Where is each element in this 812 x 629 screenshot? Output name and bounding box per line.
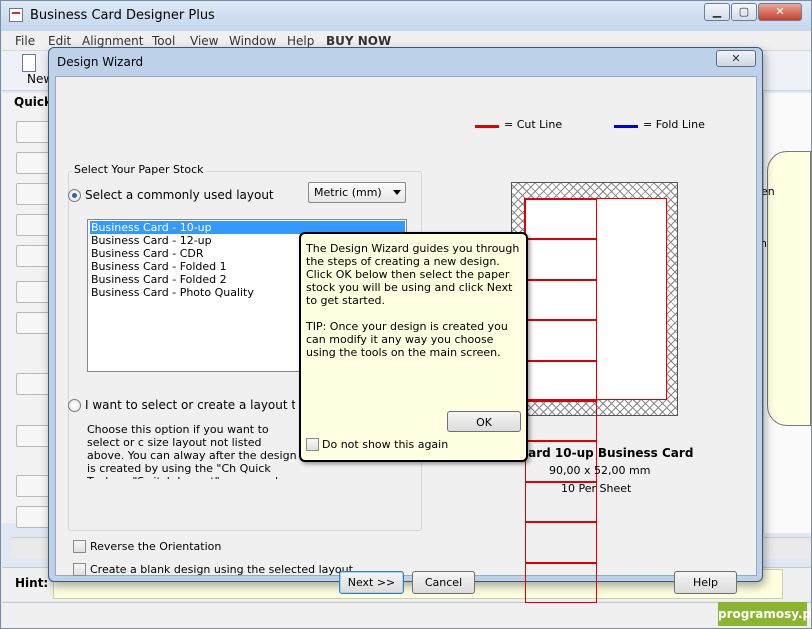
dialog-close-button[interactable]: ✕ xyxy=(716,50,756,67)
quick-tool-button[interactable] xyxy=(16,245,50,267)
tip-paragraph: The Design Wizard guides you through the… xyxy=(306,242,520,307)
card-cell xyxy=(525,199,597,240)
tip-paragraph: TIP: Once your design is created you can… xyxy=(306,320,508,359)
card-grid xyxy=(524,198,667,603)
units-dropdown[interactable]: Metric (mm) xyxy=(308,182,406,203)
quick-tool-button[interactable] xyxy=(16,183,50,205)
menu-buy-now[interactable]: BUY NOW xyxy=(326,34,391,48)
card-cell xyxy=(525,522,597,563)
card-cell xyxy=(525,360,597,401)
reverse-orientation-label[interactable]: Reverse the Orientation xyxy=(90,540,221,553)
card-cell xyxy=(525,562,597,603)
quick-tool-button[interactable] xyxy=(16,475,50,497)
units-value: Metric (mm) xyxy=(314,186,382,199)
tip-popup: The Design Wizard guides you through the… xyxy=(299,232,528,462)
custom-layout-label[interactable]: I want to select or create a layout that… xyxy=(85,398,295,412)
app-icon xyxy=(9,8,23,22)
barcode-tool-button[interactable] xyxy=(16,281,50,303)
quick-tools-label: Quick xyxy=(14,95,52,109)
status-bar xyxy=(2,602,811,628)
new-document-icon xyxy=(22,54,36,72)
menu-edit[interactable]: Edit xyxy=(48,34,71,48)
blank-design-label[interactable]: Create a blank design using the selected… xyxy=(90,563,353,576)
cut-line-swatch xyxy=(475,125,499,128)
card-cell xyxy=(525,320,597,361)
card-cell xyxy=(525,400,597,442)
dialog-body: = Cut Line = Fold Line Select Your Paper… xyxy=(55,76,757,603)
custom-layout-description: Choose this option if you want to select… xyxy=(87,423,297,479)
common-layout-radio[interactable] xyxy=(68,189,81,202)
menu-file[interactable]: File xyxy=(15,34,35,48)
dont-show-label[interactable]: Do not show this again xyxy=(322,438,448,451)
card-cell xyxy=(525,239,597,280)
right-panel-text: en xyxy=(761,185,775,198)
custom-layout-radio[interactable] xyxy=(68,399,81,412)
chevron-down-icon xyxy=(393,190,401,195)
cancel-button[interactable]: Cancel xyxy=(412,571,475,594)
paper-preview xyxy=(511,182,678,603)
close-button[interactable]: ✕ xyxy=(758,3,802,21)
watermark-badge: programosy.pl xyxy=(718,602,812,626)
new-button[interactable]: New xyxy=(12,52,53,88)
design-wizard-dialog: Design Wizard ✕ = Cut Line = Fold Line S… xyxy=(48,47,763,603)
shapes-tool-button[interactable] xyxy=(16,373,50,395)
menu-help[interactable]: Help xyxy=(287,34,314,48)
fold-line-legend: = Fold Line xyxy=(643,118,705,131)
preview-title: ndard 10-up Business Card xyxy=(511,446,694,460)
quick-tool-button[interactable] xyxy=(16,121,50,143)
cut-line-legend: = Cut Line xyxy=(504,118,563,131)
help-button[interactable]: Help xyxy=(674,571,737,594)
fold-line-swatch xyxy=(614,125,638,128)
tip-ok-button[interactable]: OK xyxy=(447,411,521,432)
preview-size: 90,00 x 52,00 mm xyxy=(549,464,651,477)
quick-tool-button[interactable] xyxy=(16,425,50,447)
common-layout-label[interactable]: Select a commonly used layout xyxy=(85,188,274,202)
blank-design-checkbox[interactable] xyxy=(73,563,86,576)
app-title: Business Card Designer Plus xyxy=(30,8,215,23)
tip-text: The Design Wizard guides you through the… xyxy=(306,242,526,372)
menu-alignment[interactable]: Alignment xyxy=(82,34,143,48)
menu-tool[interactable]: Tool xyxy=(152,34,175,48)
reverse-orientation-checkbox[interactable] xyxy=(73,540,86,553)
menu-view[interactable]: View xyxy=(190,34,218,48)
dialog-title: Design Wizard xyxy=(57,55,144,69)
card-cell xyxy=(525,279,597,321)
menu-window[interactable]: Window xyxy=(229,34,276,48)
quick-tool-button[interactable] xyxy=(16,312,50,334)
quick-tool-button[interactable] xyxy=(16,214,50,236)
quick-tool-button[interactable] xyxy=(16,152,50,174)
maximize-button[interactable]: ▢ xyxy=(731,3,757,21)
dont-show-checkbox[interactable] xyxy=(306,438,319,451)
hint-label: Hint: xyxy=(15,576,49,590)
preview-per-sheet: 10 Per Sheet xyxy=(561,482,632,495)
next-button[interactable]: Next >> xyxy=(339,571,404,594)
paper-stock-label: Select Your Paper Stock xyxy=(72,163,206,176)
minimize-button[interactable]: ▁ xyxy=(704,3,730,21)
quick-tool-button[interactable] xyxy=(16,506,50,528)
main-titlebar[interactable]: Business Card Designer Plus ▁ ▢ ✕ xyxy=(1,1,811,31)
